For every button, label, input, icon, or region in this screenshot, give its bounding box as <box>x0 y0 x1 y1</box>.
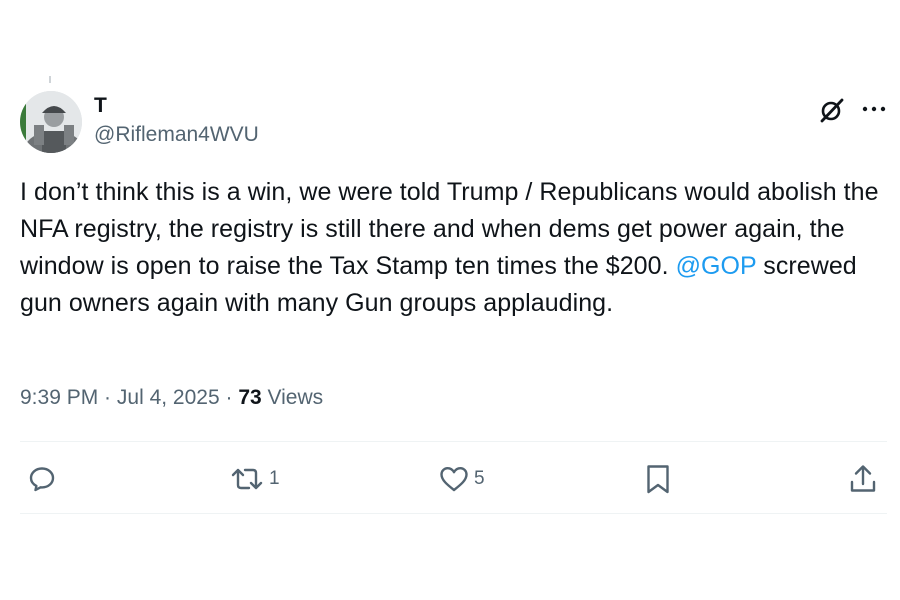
display-name[interactable]: T <box>94 94 259 118</box>
more-icon[interactable] <box>861 102 887 116</box>
avatar-container[interactable] <box>20 74 82 154</box>
share-button[interactable] <box>847 463 879 495</box>
retweet-button[interactable]: 1 <box>229 463 280 495</box>
tweet-meta: 9:39 PM · Jul 4, 2025 · 73 Views <box>20 385 323 411</box>
reply-icon <box>29 467 55 492</box>
avatar-tick-decoration <box>49 76 51 83</box>
bookmark-button[interactable] <box>645 463 671 495</box>
tweet: T @Rifleman4WVU I don’t think this is a … <box>20 74 887 514</box>
views-count: 73 <box>238 386 262 409</box>
mention-link[interactable]: @GOP <box>676 252 757 280</box>
author-names[interactable]: T @Rifleman4WVU <box>94 94 259 148</box>
grok-icon[interactable] <box>818 96 846 124</box>
avatar[interactable] <box>20 91 82 153</box>
meta-separator: · <box>219 386 239 409</box>
meta-separator: · <box>98 386 117 409</box>
like-button[interactable]: 5 <box>438 463 485 495</box>
tweet-time[interactable]: 9:39 PM <box>20 386 98 409</box>
tweet-header: T @Rifleman4WVU <box>20 74 887 154</box>
views-label: Views <box>261 386 324 409</box>
like-count: 5 <box>474 468 485 489</box>
like-icon <box>440 467 468 492</box>
retweet-icon <box>231 468 263 490</box>
avatar-image <box>20 91 82 153</box>
action-bar: 1 5 <box>20 463 887 495</box>
divider <box>20 441 887 442</box>
tweet-text: I don’t think this is a win, we were tol… <box>20 174 880 322</box>
tweet-date[interactable]: Jul 4, 2025 <box>117 386 220 409</box>
retweet-count: 1 <box>269 468 280 489</box>
reply-button[interactable] <box>27 463 57 495</box>
divider <box>20 513 887 514</box>
share-icon <box>850 465 876 492</box>
user-handle[interactable]: @Rifleman4WVU <box>94 122 259 148</box>
bookmark-icon <box>647 465 669 494</box>
